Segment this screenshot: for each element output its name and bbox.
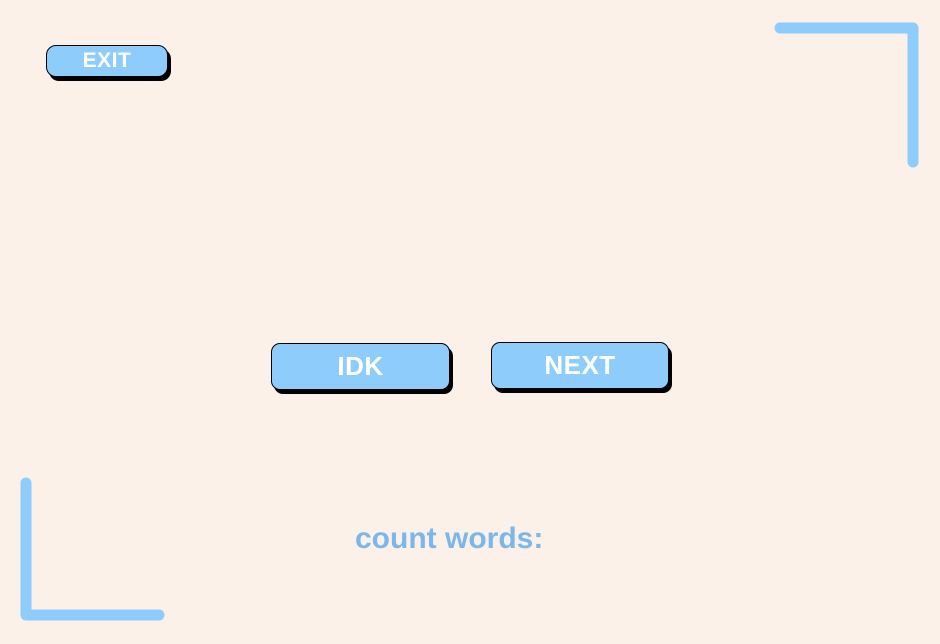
exit-button[interactable]: EXIT xyxy=(46,45,168,77)
corner-bracket-top-right-icon xyxy=(774,22,919,168)
corner-bracket-bottom-left-icon xyxy=(20,477,165,621)
idk-button[interactable]: IDK xyxy=(271,343,450,390)
next-button[interactable]: NEXT xyxy=(491,342,669,389)
count-words-label: count words: xyxy=(355,522,544,555)
